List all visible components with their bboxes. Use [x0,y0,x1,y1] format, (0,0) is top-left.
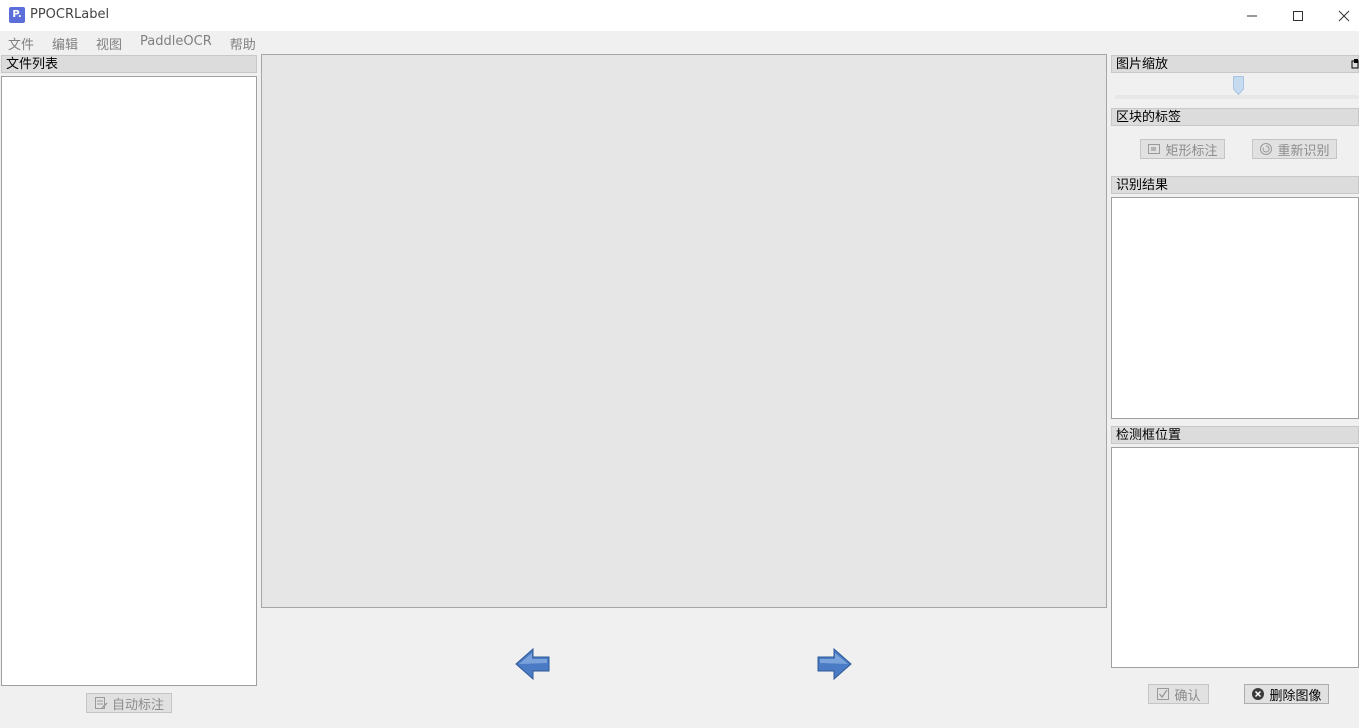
recognition-result-title: 识别结果 [1111,176,1359,194]
detection-box-title: 检测框位置 [1111,426,1359,444]
menu-file[interactable]: 文件 [0,31,41,53]
confirm-button[interactable]: 确认 [1148,684,1209,704]
maximize-icon [1293,10,1303,21]
zoom-title: 图片缩放 [1111,55,1359,73]
rect-label-icon [1148,144,1161,154]
title-bar: P. PPOCRLabel [0,0,1359,31]
rect-label-button-label: 矩形标注 [1165,143,1218,159]
checkbox-icon [1157,688,1170,700]
delete-image-button-label: 删除图像 [1269,688,1322,704]
file-list-title: 文件列表 [1,55,257,73]
minimize-icon [1247,15,1257,16]
zoom-slider-handle[interactable] [1233,76,1244,95]
re-recognize-icon [1260,143,1273,155]
re-recognize-button[interactable]: 重新识别 [1252,139,1337,159]
close-icon [1338,10,1350,21]
window-title: PPOCRLabel [30,7,110,22]
file-list[interactable] [1,76,257,686]
maximize-button[interactable] [1275,0,1321,31]
zoom-slider-track[interactable] [1115,95,1359,99]
auto-label-button-label: 自动标注 [111,697,164,713]
box-label-title: 区块的标签 [1111,108,1359,126]
delete-icon [1252,688,1265,700]
menu-help[interactable]: 帮助 [222,31,263,53]
left-arrow-icon[interactable] [513,644,553,684]
confirm-button-label: 确认 [1174,688,1201,704]
minimize-button[interactable] [1229,0,1275,31]
menu-view[interactable]: 视图 [88,31,129,53]
image-canvas[interactable] [261,54,1107,608]
rect-label-button[interactable]: 矩形标注 [1140,139,1225,159]
menu-bar: 文件 编辑 视图 PaddleOCR 帮助 [0,31,1359,53]
re-recognize-button-label: 重新识别 [1277,143,1330,159]
close-button[interactable] [1321,0,1359,31]
right-arrow-icon[interactable] [814,644,854,684]
recognition-result-list[interactable] [1111,197,1359,419]
detection-box-list[interactable] [1111,447,1359,668]
app-logo-icon: P. [9,7,25,23]
auto-label-icon [94,697,108,709]
menu-edit[interactable]: 编辑 [44,31,85,53]
dock-float-icon[interactable] [1351,58,1359,70]
delete-image-button[interactable]: 删除图像 [1244,684,1329,704]
menu-paddleocr[interactable]: PaddleOCR [132,31,219,53]
auto-label-button[interactable]: 自动标注 [86,693,172,713]
